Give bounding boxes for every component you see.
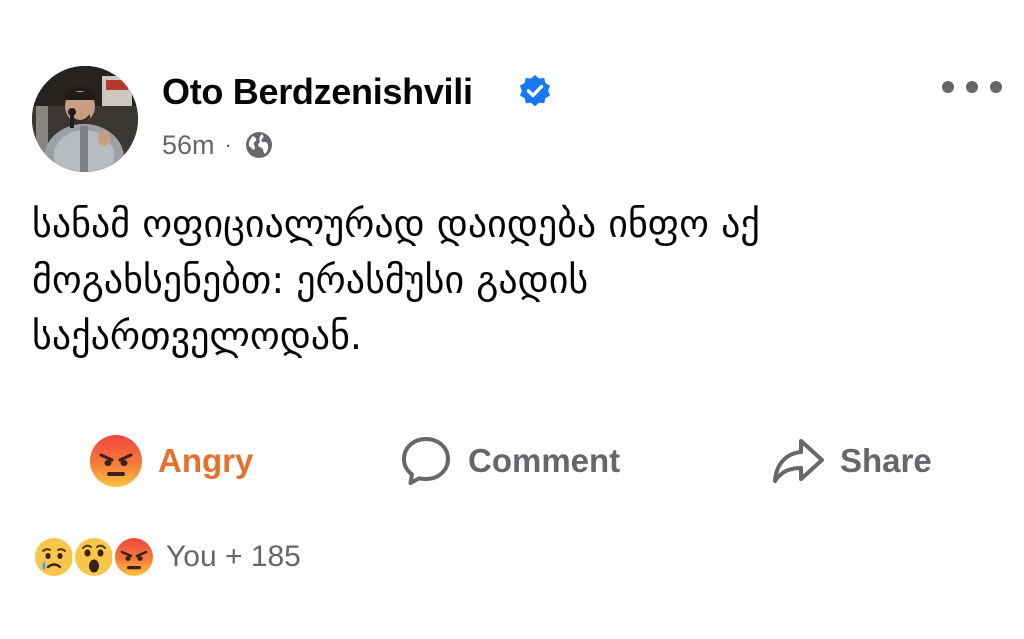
post-meta: 56m · xyxy=(162,127,274,163)
post-text-line: სანამ ოფიციალურად დაიდება ინფო აქ xyxy=(32,202,760,246)
post-body-text: სანამ ოფიციალურად დაიდება ინფო აქ მოგახს… xyxy=(32,196,982,364)
author-avatar[interactable] xyxy=(32,66,138,172)
reaction-label: Angry xyxy=(158,442,254,479)
reaction-button[interactable]: Angry xyxy=(88,430,253,492)
comment-bubble-icon xyxy=(402,437,450,485)
author-name[interactable]: Oto Berdzenishvili xyxy=(162,70,473,114)
comment-label: Comment xyxy=(468,442,621,479)
reaction-count: You + 185 xyxy=(166,540,301,573)
comment-button[interactable]: Comment xyxy=(398,430,620,492)
globe-icon[interactable] xyxy=(244,130,274,160)
share-arrow-icon xyxy=(773,439,824,483)
share-label: Share xyxy=(840,442,932,479)
facebook-post: Oto Berdzenishvili 56m · სანამ ოფიციალურ… xyxy=(0,0,1024,639)
post-text-line: საქართველოდან. xyxy=(32,314,363,358)
more-dot-icon xyxy=(966,81,978,93)
wow-emoji-icon xyxy=(72,535,116,579)
post-text-line: მოგახსენებთ: ერასმუსი გადის xyxy=(32,258,589,302)
meta-separator: · xyxy=(224,132,232,157)
post-timestamp[interactable]: 56m xyxy=(162,130,215,161)
reactions-summary[interactable]: You + 185 xyxy=(32,534,301,580)
sad-emoji-icon xyxy=(32,535,76,579)
angry-emoji-icon xyxy=(112,535,156,579)
verified-badge-icon xyxy=(520,75,550,107)
more-options-button[interactable] xyxy=(942,70,1002,104)
more-dot-icon xyxy=(942,81,954,93)
share-button[interactable]: Share xyxy=(770,430,932,492)
more-dot-icon xyxy=(990,81,1002,93)
angry-emoji-icon xyxy=(90,435,142,487)
